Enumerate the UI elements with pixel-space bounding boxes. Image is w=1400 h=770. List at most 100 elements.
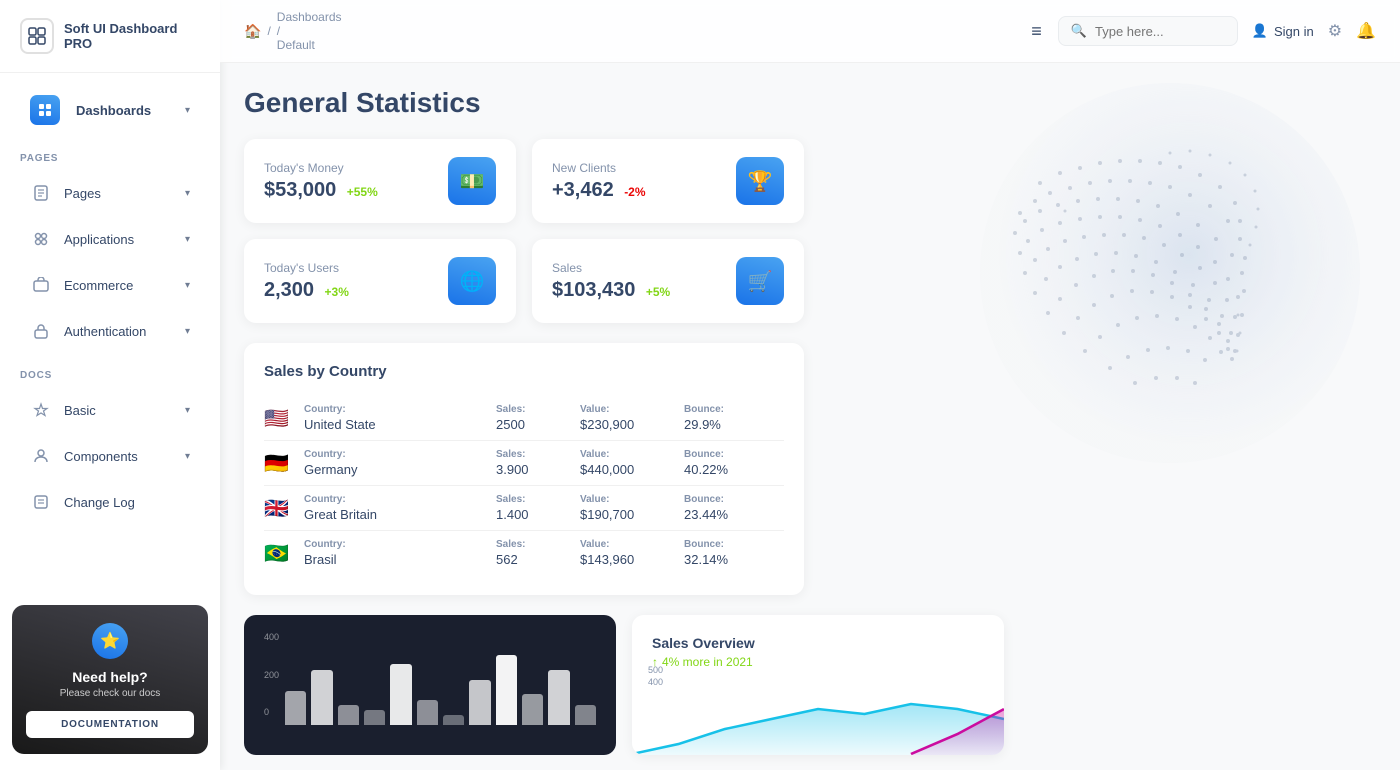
ecommerce-label: Ecommerce bbox=[64, 278, 133, 293]
help-star-icon: ⭐ bbox=[92, 623, 128, 659]
breadcrumb: 🏠 / Dashboards / Default bbox=[244, 10, 1007, 52]
bar bbox=[311, 670, 332, 725]
sidebar-item-changelog[interactable]: Change Log bbox=[10, 481, 210, 523]
bar bbox=[443, 715, 464, 725]
breadcrumb-home-icon[interactable]: 🏠 bbox=[244, 23, 261, 40]
stat-users-label: Today's Users bbox=[264, 261, 349, 275]
bar bbox=[390, 664, 411, 725]
pages-icon bbox=[30, 182, 52, 204]
dashboards-chevron: ▾ bbox=[185, 105, 190, 116]
changelog-label: Change Log bbox=[64, 495, 135, 510]
value-gb: Value: $190,700 bbox=[580, 494, 680, 522]
bar bbox=[575, 705, 596, 725]
stat-users-value: 2,300 bbox=[264, 279, 314, 301]
sidebar-item-applications[interactable]: Applications ▾ bbox=[10, 218, 210, 260]
components-chevron: ▾ bbox=[185, 451, 190, 462]
stat-users-icon: 🌐 bbox=[448, 257, 496, 305]
documentation-button[interactable]: DOCUMENTATION bbox=[26, 711, 194, 738]
sales-br: Sales: 562 bbox=[496, 539, 576, 567]
y-label-0: 0 bbox=[264, 707, 279, 717]
docs-section-label: DOCS bbox=[0, 354, 220, 387]
sidebar-item-basic[interactable]: Basic ▾ bbox=[10, 389, 210, 431]
bell-icon[interactable]: 🔔 bbox=[1356, 21, 1376, 41]
sales-overview-title: Sales Overview bbox=[652, 635, 984, 651]
stat-sales-info: Sales $103,430 +5% bbox=[552, 261, 670, 302]
main-area: 🏠 / Dashboards / Default ≡ 🔍 👤 Sign in ⚙… bbox=[220, 0, 1400, 770]
search-input[interactable] bbox=[1095, 24, 1225, 39]
sales-gb: Sales: 1.400 bbox=[496, 494, 576, 522]
applications-label: Applications bbox=[64, 232, 134, 247]
content-area: General Statistics bbox=[220, 63, 1400, 770]
sidebar-item-authentication[interactable]: Authentication ▾ bbox=[10, 310, 210, 352]
stat-money-info: Today's Money $53,000 +55% bbox=[264, 161, 378, 202]
topbar-right: 🔍 👤 Sign in ⚙ 🔔 bbox=[1058, 16, 1376, 46]
value-br: Value: $143,960 bbox=[580, 539, 680, 567]
stat-money-label: Today's Money bbox=[264, 161, 378, 175]
bar bbox=[338, 705, 359, 725]
authentication-label: Authentication bbox=[64, 324, 146, 339]
sidebar-item-components[interactable]: Components ▾ bbox=[10, 435, 210, 477]
y-label-400: 400 bbox=[264, 632, 279, 642]
sidebar-item-pages[interactable]: Pages ▾ bbox=[10, 172, 210, 214]
applications-chevron: ▾ bbox=[185, 234, 190, 245]
flag-gb: 🇬🇧 bbox=[264, 496, 300, 521]
table-row: 🇧🇷 Country: Brasil Sales: 562 Value: $14… bbox=[264, 531, 784, 575]
bar-chart-card: 400 200 0 bbox=[244, 615, 616, 755]
stat-clients-label: New Clients bbox=[552, 161, 646, 175]
flag-us: 🇺🇸 bbox=[264, 406, 300, 431]
country-de: Country: Germany bbox=[304, 449, 492, 477]
help-title: Need help? bbox=[26, 669, 194, 685]
basic-chevron: ▾ bbox=[185, 405, 190, 416]
breadcrumb-sep1: / bbox=[267, 24, 270, 38]
authentication-chevron: ▾ bbox=[185, 326, 190, 337]
sales-overview-card: Sales Overview ↑ 4% more in 2021 500 400 bbox=[632, 615, 1004, 755]
sales-country-card: Sales by Country 🇺🇸 Country: United Stat… bbox=[244, 343, 804, 595]
stat-money-value: $53,000 bbox=[264, 179, 336, 201]
changelog-icon bbox=[30, 491, 52, 513]
stat-sales-label: Sales bbox=[552, 261, 670, 275]
bounce-br: Bounce: 32.14% bbox=[684, 539, 784, 567]
basic-icon bbox=[30, 399, 52, 421]
signin-button[interactable]: 👤 Sign in bbox=[1252, 23, 1314, 39]
stat-users-change: +3% bbox=[325, 285, 349, 299]
account-icon: 👤 bbox=[1252, 23, 1268, 39]
sales-country-title: Sales by Country bbox=[264, 363, 784, 380]
country-us: Country: United State bbox=[304, 404, 492, 432]
breadcrumb-dashboards[interactable]: Dashboards bbox=[277, 10, 342, 24]
menu-icon[interactable]: ≡ bbox=[1031, 21, 1042, 42]
globe-decoration bbox=[820, 63, 1400, 483]
topbar: 🏠 / Dashboards / Default ≡ 🔍 👤 Sign in ⚙… bbox=[220, 0, 1400, 63]
stat-clients-change: -2% bbox=[624, 185, 645, 199]
pages-section-label: PAGES bbox=[0, 137, 220, 170]
country-gb: Country: Great Britain bbox=[304, 494, 492, 522]
stat-card-sales: Sales $103,430 +5% 🛒 bbox=[532, 239, 804, 323]
flag-br: 🇧🇷 bbox=[264, 541, 300, 566]
search-icon: 🔍 bbox=[1071, 23, 1087, 39]
settings-icon[interactable]: ⚙ bbox=[1328, 21, 1342, 41]
app-name: Soft UI Dashboard PRO bbox=[64, 21, 200, 51]
authentication-icon bbox=[30, 320, 52, 342]
components-label: Components bbox=[64, 449, 138, 464]
bottom-charts: 400 200 0 bbox=[244, 615, 1004, 755]
dashboards-label: Dashboards bbox=[76, 103, 151, 118]
logo-icon bbox=[20, 18, 54, 54]
bar bbox=[364, 710, 385, 725]
sales-us: Sales: 2500 bbox=[496, 404, 576, 432]
breadcrumb-wrap: Dashboards / Default bbox=[277, 10, 342, 52]
sidebar-item-dashboards[interactable]: Dashboards ▾ bbox=[10, 85, 210, 135]
breadcrumb-default-link[interactable]: Default bbox=[277, 38, 342, 52]
help-subtitle: Please check our docs bbox=[26, 688, 194, 699]
bar-chart bbox=[285, 640, 596, 725]
stat-sales-icon: 🛒 bbox=[736, 257, 784, 305]
stat-card-users: Today's Users 2,300 +3% 🌐 bbox=[244, 239, 516, 323]
table-row: 🇺🇸 Country: United State Sales: 2500 Val… bbox=[264, 396, 784, 441]
signin-label: Sign in bbox=[1274, 24, 1314, 39]
table-row: 🇬🇧 Country: Great Britain Sales: 1.400 V… bbox=[264, 486, 784, 531]
stat-card-clients: New Clients +3,462 -2% 🏆 bbox=[532, 139, 804, 223]
stat-users-info: Today's Users 2,300 +3% bbox=[264, 261, 349, 302]
country-table: 🇺🇸 Country: United State Sales: 2500 Val… bbox=[264, 396, 784, 575]
sidebar-item-ecommerce[interactable]: Ecommerce ▾ bbox=[10, 264, 210, 306]
stat-money-change: +55% bbox=[347, 185, 378, 199]
stat-sales-change: +5% bbox=[646, 285, 670, 299]
sidebar-logo: Soft UI Dashboard PRO bbox=[0, 0, 220, 73]
